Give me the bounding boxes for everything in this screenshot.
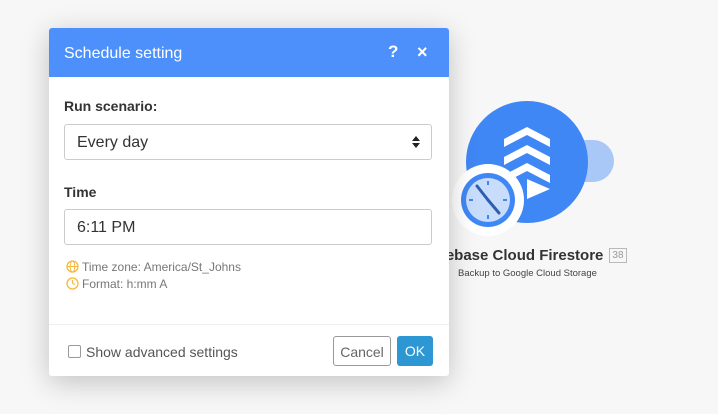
timezone-hint: Time zone: America/St_Johns — [66, 260, 241, 274]
run-scenario-value: Every day — [77, 134, 149, 151]
dialog-footer: Show advanced settings Cancel OK — [49, 324, 449, 376]
clock-icon — [456, 168, 520, 232]
module-title-text: rebase Cloud Firestore — [440, 247, 604, 264]
scenario-canvas: rebase Cloud Firestore 38 Backup to Googl… — [0, 0, 718, 414]
clock-small-icon — [66, 277, 79, 290]
module-subtitle: Backup to Google Cloud Storage — [458, 268, 597, 279]
timezone-text: Time zone: America/St_Johns — [82, 260, 241, 274]
ok-button[interactable]: OK — [397, 336, 433, 366]
run-scenario-select[interactable]: Every day — [64, 124, 432, 160]
format-hint: Format: h:mm A — [66, 277, 167, 291]
format-text: Format: h:mm A — [82, 277, 168, 291]
time-input[interactable]: 6:11 PM — [64, 209, 432, 245]
schedule-clock-button[interactable] — [452, 164, 524, 236]
module-id-badge: 38 — [609, 248, 627, 263]
run-scenario-label: Run scenario: — [64, 98, 158, 114]
module-title: rebase Cloud Firestore 38 — [440, 247, 680, 264]
select-arrows-icon — [412, 136, 420, 148]
dialog-title: Schedule setting — [64, 45, 183, 62]
advanced-settings-checkbox[interactable] — [68, 345, 81, 358]
globe-icon — [66, 260, 79, 273]
dialog-header: Schedule setting ? × — [49, 28, 449, 77]
help-button[interactable]: ? — [388, 42, 398, 62]
advanced-settings-label[interactable]: Show advanced settings — [86, 344, 238, 360]
time-label: Time — [64, 184, 97, 200]
module-node[interactable]: rebase Cloud Firestore 38 Backup to Googl… — [440, 96, 680, 296]
time-value: 6:11 PM — [77, 219, 136, 236]
schedule-setting-dialog: Schedule setting ? × Run scenario: Every… — [49, 28, 449, 376]
close-button[interactable]: × — [417, 42, 428, 62]
cancel-button[interactable]: Cancel — [333, 336, 391, 366]
